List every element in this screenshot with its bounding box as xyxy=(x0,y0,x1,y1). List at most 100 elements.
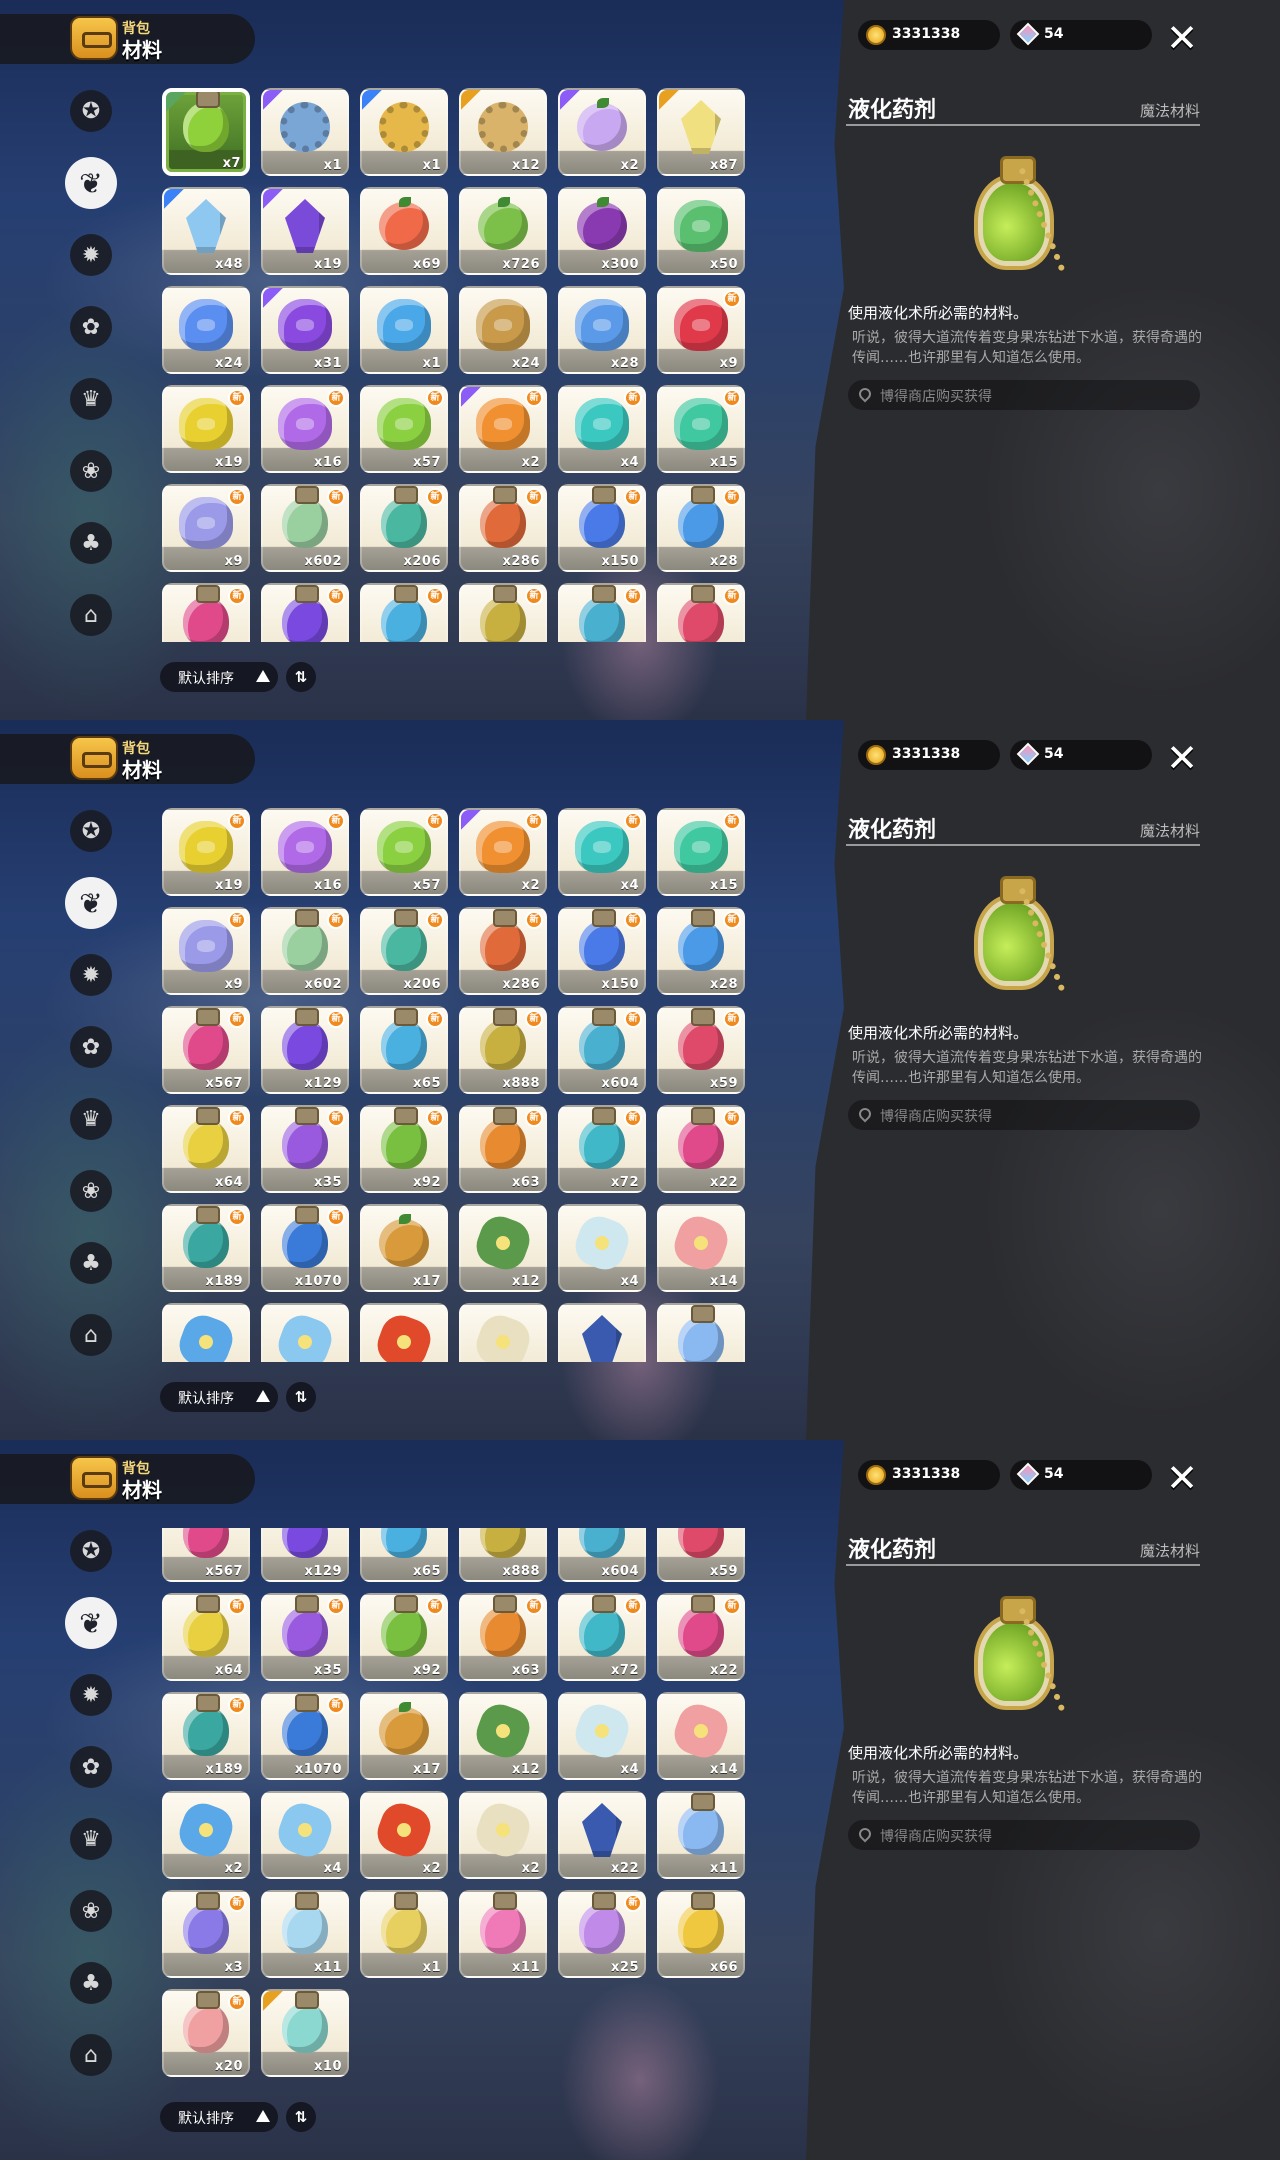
item-slot[interactable]: x2 新 xyxy=(459,385,547,473)
crown-card-icon[interactable]: ♛ xyxy=(70,1818,112,1860)
leaf-icon[interactable]: ✿ xyxy=(70,306,112,348)
item-slot[interactable]: x1 xyxy=(360,1890,448,1978)
item-slot[interactable]: 新 xyxy=(558,583,646,642)
item-slot[interactable]: x15 新 xyxy=(657,808,745,896)
item-slot[interactable] xyxy=(261,1303,349,1362)
item-slot[interactable]: x726 xyxy=(459,187,547,275)
item-slot[interactable]: x66 xyxy=(657,1890,745,1978)
item-slot[interactable]: x19 xyxy=(261,187,349,275)
item-slot[interactable]: x189 新 xyxy=(162,1692,250,1780)
item-slot[interactable]: x129新 xyxy=(261,1528,349,1582)
item-slot[interactable]: x888 新 xyxy=(459,1006,547,1094)
chest-icon[interactable]: ⌂ xyxy=(70,594,112,636)
item-slot[interactable]: x2 xyxy=(360,1791,448,1879)
chest-icon[interactable]: ⌂ xyxy=(70,2034,112,2076)
acorn-icon[interactable]: ♣ xyxy=(70,1242,112,1284)
star-badge-icon[interactable]: ✪ xyxy=(70,810,112,852)
item-slot[interactable]: x129新 xyxy=(261,1006,349,1094)
item-slot[interactable]: x31 xyxy=(261,286,349,374)
item-slot[interactable]: x602 新 xyxy=(261,907,349,995)
item-slot[interactable]: x11 xyxy=(261,1890,349,1978)
chest-icon[interactable]: ⌂ xyxy=(70,1314,112,1356)
item-slot[interactable]: x28 xyxy=(558,286,646,374)
item-slot[interactable]: x14 xyxy=(657,1204,745,1292)
item-slot[interactable]: x150 新 xyxy=(558,484,646,572)
star-badge-icon[interactable]: ✪ xyxy=(70,90,112,132)
item-slot[interactable]: x4 xyxy=(261,1791,349,1879)
item-slot[interactable]: x12 xyxy=(459,88,547,176)
item-slot[interactable]: x9 新 xyxy=(657,286,745,374)
item-slot[interactable]: x64 新 xyxy=(162,1105,250,1193)
item-slot[interactable]: x72 新 xyxy=(558,1593,646,1681)
item-slot[interactable]: 新 xyxy=(657,583,745,642)
item-slot[interactable]: x602 新 xyxy=(261,484,349,572)
item-slot[interactable] xyxy=(459,1303,547,1362)
item-slot[interactable]: x567 新 xyxy=(162,1006,250,1094)
item-slot[interactable]: x22 xyxy=(558,1791,646,1879)
flower-badge-icon[interactable]: ❀ xyxy=(70,1170,112,1212)
item-slot[interactable] xyxy=(162,1303,250,1362)
item-slot[interactable]: x286 新 xyxy=(459,484,547,572)
item-slot[interactable]: x2 xyxy=(459,1791,547,1879)
item-slot[interactable]: x12 xyxy=(459,1204,547,1292)
item-slot[interactable]: x4 新 xyxy=(558,808,646,896)
item-slot[interactable]: x87 xyxy=(657,88,745,176)
leaves-icon[interactable]: ❦ xyxy=(65,877,117,929)
crown-card-icon[interactable]: ♛ xyxy=(70,1098,112,1140)
item-slot[interactable]: x19 新 xyxy=(162,808,250,896)
item-slot[interactable]: x16 新 xyxy=(261,808,349,896)
item-slot[interactable]: x1 xyxy=(261,88,349,176)
item-slot[interactable]: x57 新 xyxy=(360,385,448,473)
item-slot[interactable]: x2 xyxy=(558,88,646,176)
item-slot[interactable]: x9 新 xyxy=(162,907,250,995)
item-slot[interactable]: x19 新 xyxy=(162,385,250,473)
item-slot[interactable]: x20 新 xyxy=(162,1989,250,2077)
star-badge-icon[interactable]: ✪ xyxy=(70,1530,112,1572)
item-slot[interactable]: x286 新 xyxy=(459,907,547,995)
sort-order-button[interactable]: ⇅ xyxy=(286,1382,316,1412)
item-slot[interactable]: x22 新 xyxy=(657,1593,745,1681)
item-slot[interactable]: x12 xyxy=(459,1692,547,1780)
item-slot[interactable]: x604 新 xyxy=(558,1006,646,1094)
item-slot[interactable]: x11 xyxy=(459,1890,547,1978)
close-icon[interactable]: ✕ xyxy=(1160,736,1204,780)
item-slot[interactable]: x24 xyxy=(162,286,250,374)
flower-badge-icon[interactable]: ❀ xyxy=(70,1890,112,1932)
item-slot[interactable]: x2 xyxy=(162,1791,250,1879)
item-slot[interactable]: x25 新 xyxy=(558,1890,646,1978)
item-slot[interactable]: x9 新 xyxy=(162,484,250,572)
item-slot[interactable] xyxy=(657,1303,745,1362)
item-slot[interactable]: x57 新 xyxy=(360,808,448,896)
item-slot[interactable]: x4 新 xyxy=(558,385,646,473)
item-slot[interactable]: x1070 新 xyxy=(261,1204,349,1292)
item-slot[interactable]: x63 新 xyxy=(459,1105,547,1193)
sort-order-button[interactable]: ⇅ xyxy=(286,2102,316,2132)
sort-dropdown[interactable]: 默认排序 xyxy=(160,662,278,692)
item-slot[interactable]: x24 xyxy=(459,286,547,374)
crown-card-icon[interactable]: ♛ xyxy=(70,378,112,420)
item-slot[interactable]: x65 新 xyxy=(360,1006,448,1094)
item-slot[interactable]: x206 新 xyxy=(360,484,448,572)
item-slot[interactable]: 新 xyxy=(261,583,349,642)
item-slot[interactable]: x206 新 xyxy=(360,907,448,995)
gear-badge-icon[interactable]: ✹ xyxy=(70,1674,112,1716)
sort-order-button[interactable]: ⇅ xyxy=(286,662,316,692)
item-slot[interactable] xyxy=(558,1303,646,1362)
item-slot[interactable]: x10 xyxy=(261,1989,349,2077)
item-slot[interactable]: x35 新 xyxy=(261,1593,349,1681)
item-slot[interactable]: x17 xyxy=(360,1692,448,1780)
close-icon[interactable]: ✕ xyxy=(1160,1456,1204,1500)
gear-badge-icon[interactable]: ✹ xyxy=(70,954,112,996)
item-slot[interactable]: x11 xyxy=(657,1791,745,1879)
item-slot[interactable]: x1 xyxy=(360,286,448,374)
item-slot[interactable]: x69 xyxy=(360,187,448,275)
leaf-icon[interactable]: ✿ xyxy=(70,1746,112,1788)
item-slot[interactable]: x59新 xyxy=(657,1006,745,1094)
item-slot[interactable]: x17 xyxy=(360,1204,448,1292)
item-slot[interactable]: x59新 xyxy=(657,1528,745,1582)
item-slot[interactable]: x92 新 xyxy=(360,1105,448,1193)
item-slot[interactable]: x64 新 xyxy=(162,1593,250,1681)
item-slot[interactable]: x28 新 xyxy=(657,907,745,995)
item-slot[interactable]: x48 xyxy=(162,187,250,275)
acorn-icon[interactable]: ♣ xyxy=(70,522,112,564)
